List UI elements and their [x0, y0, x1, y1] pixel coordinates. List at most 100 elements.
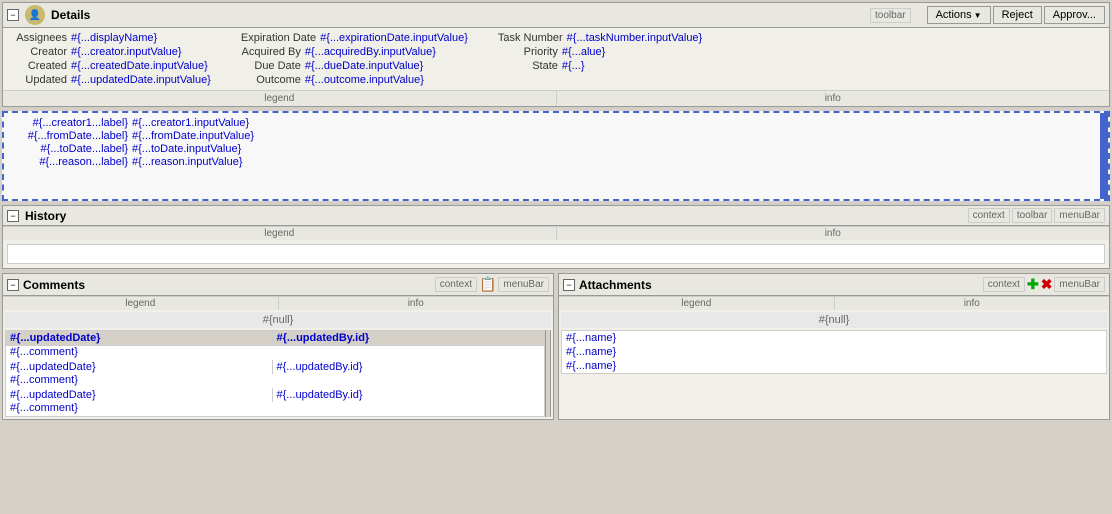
- middle-reason-value: #{...reason.inputValue}: [132, 156, 243, 168]
- updated-label: Updated: [7, 74, 67, 86]
- history-panel: − History context toolbar menuBar legend…: [2, 205, 1110, 269]
- assignees-row: Assignees #{...displayName}: [7, 32, 211, 44]
- middle-reason-row: #{...reason...label} #{...reason.inputVa…: [8, 156, 1104, 168]
- table-row: #{...comment}: [6, 402, 545, 417]
- priority-row: Priority #{...alue}: [498, 46, 702, 58]
- table-row: #{...updatedDate} #{...updatedBy.id}: [6, 388, 545, 402]
- bottom-row: − Comments context 📋 menuBar legend info…: [2, 273, 1110, 420]
- comments-col-by: #{...updatedBy.id}: [272, 331, 545, 346]
- creator-label: Creator: [7, 46, 67, 58]
- table-row: #{...name}: [562, 331, 1107, 346]
- middle-section: #{...creator1...label} #{...creator1.inp…: [2, 111, 1110, 201]
- comments-body: #{null} #{...updatedDate} #{...updatedBy…: [3, 310, 553, 419]
- comment-text-1: #{...comment}: [6, 346, 545, 361]
- attachment-item-1[interactable]: #{...name}: [562, 331, 1107, 346]
- comment-text-3: #{...comment}: [6, 402, 545, 417]
- updated-row: Updated #{...updatedDate.inputValue}: [7, 74, 211, 86]
- assignees-label: Assignees: [7, 32, 67, 44]
- middle-reason-label: #{...reason...label}: [8, 156, 128, 168]
- comments-scrollbar[interactable]: [545, 330, 551, 417]
- reject-button[interactable]: Reject: [993, 6, 1042, 24]
- middle-to-label: #{...toDate...label}: [8, 143, 128, 155]
- attachments-add-icon[interactable]: ✚: [1027, 276, 1039, 293]
- details-footer-info: info: [557, 91, 1110, 106]
- history-collapse-btn[interactable]: −: [7, 210, 19, 222]
- details-footer: legend info: [3, 90, 1109, 106]
- comment-text-2: #{...comment}: [6, 374, 545, 388]
- main-container: − 👤 Details toolbar Actions Reject Appro…: [0, 0, 1112, 422]
- due-value: #{...dueDate.inputValue}: [305, 60, 423, 72]
- comments-collapse-btn[interactable]: −: [7, 279, 19, 291]
- state-label: State: [498, 60, 558, 72]
- approve-button[interactable]: Approv...: [1044, 6, 1105, 24]
- attachments-toolbar-area: context ✚ ✖ menuBar: [983, 276, 1105, 293]
- comments-panel: − Comments context 📋 menuBar legend info…: [2, 273, 554, 420]
- history-content-area: [7, 244, 1105, 264]
- attachments-collapse-btn[interactable]: −: [563, 279, 575, 291]
- priority-label: Priority: [498, 46, 558, 58]
- history-footer-info: info: [557, 227, 1110, 240]
- comments-body-inner: #{...updatedDate} #{...updatedBy.id} #{.…: [5, 330, 545, 417]
- table-row: #{...name}: [562, 359, 1107, 374]
- task-value: #{...taskNumber.inputValue}: [567, 32, 703, 44]
- attachment-item-2[interactable]: #{...name}: [562, 345, 1107, 359]
- details-body: Assignees #{...displayName} Creator #{..…: [3, 28, 1109, 90]
- task-row: Task Number #{...taskNumber.inputValue}: [498, 32, 702, 44]
- details-collapse-btn[interactable]: −: [7, 9, 19, 21]
- acquired-row: Acquired By #{...acquiredBy.inputValue}: [241, 46, 468, 58]
- comments-menu-label: menuBar: [498, 277, 549, 292]
- comments-toolbar-area: context 📋 menuBar: [435, 276, 549, 293]
- comment-by-2: #{...updatedBy.id}: [272, 360, 545, 374]
- history-title: History: [25, 209, 66, 223]
- expiration-value: #{...expirationDate.inputValue}: [320, 32, 468, 44]
- attachments-panel: − Attachments context ✚ ✖ menuBar legend…: [558, 273, 1110, 420]
- history-footer-legend: legend: [3, 227, 557, 240]
- created-value: #{...createdDate.inputValue}: [71, 60, 208, 72]
- history-toolbar-area: context toolbar menuBar: [968, 208, 1105, 223]
- middle-from-label: #{...fromDate...label}: [8, 130, 128, 142]
- middle-right-indicator: [1100, 113, 1108, 199]
- comment-date-3: #{...updatedDate}: [6, 388, 273, 402]
- attachments-footer-info: info: [835, 297, 1110, 310]
- history-toolbar-label: toolbar: [1012, 208, 1053, 223]
- history-footer: legend info: [3, 226, 1109, 240]
- created-label: Created: [7, 60, 67, 72]
- comment-by-3: #{...updatedBy.id}: [272, 388, 545, 402]
- actions-area: Actions Reject Approv...: [927, 6, 1105, 24]
- attachments-title: Attachments: [579, 278, 652, 292]
- created-row: Created #{...createdDate.inputValue}: [7, 60, 211, 72]
- outcome-value: #{...outcome.inputValue}: [305, 74, 424, 86]
- details-title: Details: [51, 8, 90, 22]
- details-panel: − 👤 Details toolbar Actions Reject Appro…: [2, 2, 1110, 107]
- comments-footer-info: info: [279, 297, 554, 310]
- attachment-item-3[interactable]: #{...name}: [562, 359, 1107, 374]
- expiration-label: Expiration Date: [241, 32, 316, 44]
- attachments-context-label: context: [983, 277, 1025, 292]
- table-row: #{...name}: [562, 345, 1107, 359]
- acquired-label: Acquired By: [241, 46, 301, 58]
- middle-from-row: #{...fromDate...label} #{...fromDate.inp…: [8, 130, 1104, 142]
- details-header: − 👤 Details toolbar Actions Reject Appro…: [3, 3, 1109, 28]
- creator-row: Creator #{...creator.inputValue}: [7, 46, 211, 58]
- details-col-right: Task Number #{...taskNumber.inputValue} …: [498, 32, 702, 86]
- comments-footer: legend info: [3, 296, 553, 310]
- details-col-middle: Expiration Date #{...expirationDate.inpu…: [241, 32, 468, 86]
- attachments-remove-icon[interactable]: ✖: [1041, 276, 1053, 293]
- attachments-header: − Attachments context ✚ ✖ menuBar: [559, 274, 1109, 296]
- actions-button[interactable]: Actions: [927, 6, 991, 24]
- comments-body-wrap: #{...updatedDate} #{...updatedBy.id} #{.…: [5, 330, 551, 417]
- middle-creator1-value: #{...creator1.inputValue}: [132, 117, 249, 129]
- attachments-footer: legend info: [559, 296, 1109, 310]
- comments-footer-legend: legend: [3, 297, 279, 310]
- comments-note-icon[interactable]: 📋: [479, 276, 496, 293]
- comments-table: #{...updatedDate} #{...updatedBy.id} #{.…: [5, 330, 545, 417]
- middle-to-row: #{...toDate...label} #{...toDate.inputVa…: [8, 143, 1104, 155]
- expiration-row: Expiration Date #{...expirationDate.inpu…: [241, 32, 468, 44]
- comments-col-date: #{...updatedDate}: [6, 331, 273, 346]
- middle-to-value: #{...toDate.inputValue}: [132, 143, 241, 155]
- comments-header: − Comments context 📋 menuBar: [3, 274, 553, 296]
- comments-title: Comments: [23, 278, 85, 292]
- updated-value: #{...updatedDate.inputValue}: [71, 74, 211, 86]
- comments-context-label: context: [435, 277, 477, 292]
- attachments-body: #{null} #{...name} #{...name} #{...name}: [559, 310, 1109, 376]
